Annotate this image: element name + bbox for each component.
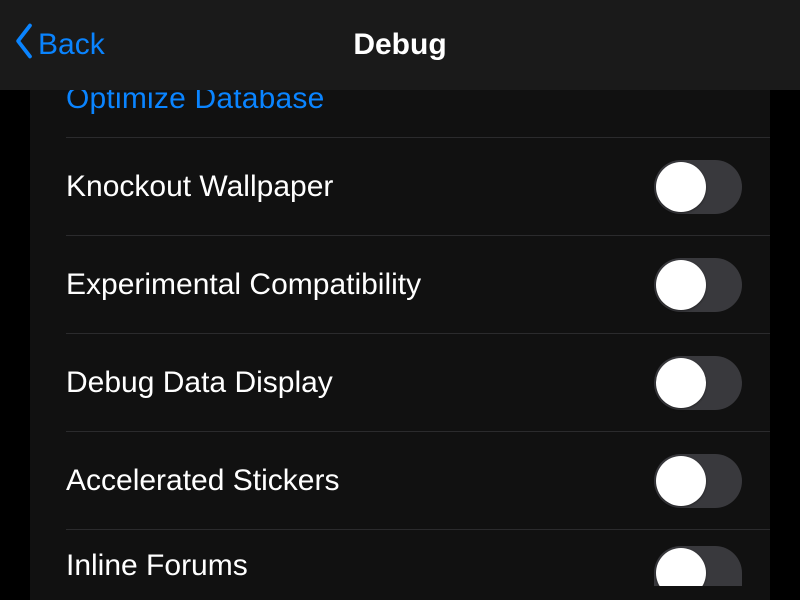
debug-settings-screen: Back Debug Optimize Database Knockout Wa… xyxy=(0,0,800,600)
row-label: Experimental Compatibility xyxy=(66,268,421,302)
row-optimize-database[interactable]: Optimize Database xyxy=(66,90,770,138)
toggle-knob xyxy=(656,162,706,212)
navbar: Back Debug xyxy=(0,0,800,90)
settings-list-container: Optimize Database Knockout Wallpaper Exp… xyxy=(30,90,770,600)
back-button[interactable]: Back xyxy=(12,22,105,68)
toggle-experimental-compatibility[interactable] xyxy=(654,258,742,312)
row-inline-forums: Inline Forums xyxy=(66,530,770,600)
row-debug-data-display: Debug Data Display xyxy=(66,334,770,432)
row-label: Debug Data Display xyxy=(66,366,333,400)
row-accelerated-stickers: Accelerated Stickers xyxy=(66,432,770,530)
optimize-database-link[interactable]: Optimize Database xyxy=(66,90,325,114)
row-label: Inline Forums xyxy=(66,549,248,583)
row-knockout-wallpaper: Knockout Wallpaper xyxy=(66,138,770,236)
settings-list[interactable]: Optimize Database Knockout Wallpaper Exp… xyxy=(30,90,770,600)
toggle-knob xyxy=(656,548,706,586)
row-label: Accelerated Stickers xyxy=(66,464,339,498)
back-label: Back xyxy=(38,28,105,62)
chevron-left-icon xyxy=(12,22,36,68)
toggle-knockout-wallpaper[interactable] xyxy=(654,160,742,214)
toggle-knob xyxy=(656,456,706,506)
toggle-knob xyxy=(656,260,706,310)
row-label: Knockout Wallpaper xyxy=(66,170,333,204)
toggle-inline-forums[interactable] xyxy=(654,546,742,586)
row-experimental-compatibility: Experimental Compatibility xyxy=(66,236,770,334)
page-title: Debug xyxy=(353,28,446,62)
toggle-knob xyxy=(656,358,706,408)
toggle-debug-data-display[interactable] xyxy=(654,356,742,410)
toggle-accelerated-stickers[interactable] xyxy=(654,454,742,508)
